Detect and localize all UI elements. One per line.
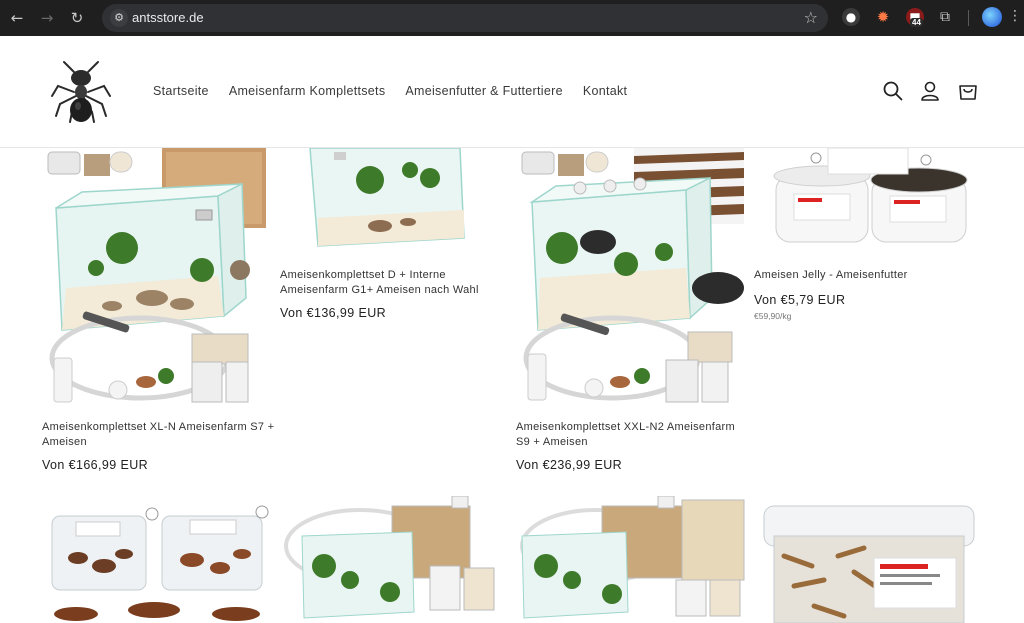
address-bar[interactable]: ⚙ antsstore.de ☆ (102, 4, 828, 32)
store-logo[interactable] (44, 56, 118, 128)
product-image-d[interactable] (280, 148, 510, 260)
extension-2-icon[interactable]: ✹ (874, 8, 892, 26)
browser-menu-icon[interactable]: ⋮ (1008, 8, 1022, 24)
extensions-puzzle-icon[interactable]: ⧉ (936, 8, 954, 26)
extension-badge: 44 (910, 18, 923, 27)
product-price: Von €136,99 EUR (280, 306, 387, 320)
product-title[interactable]: Ameisenkomplettset XXL-N2 Ameisenfarm S9… (516, 420, 751, 450)
bookmark-star-icon[interactable]: ☆ (804, 8, 818, 27)
account-icon[interactable] (919, 80, 941, 102)
product-card-xl-n[interactable]: Ameisenkomplettset XL-N Ameisenfarm S7 +… (42, 420, 277, 472)
product-card-jelly[interactable]: Ameisen Jelly - Ameisenfutter Von €5,79 … (754, 268, 989, 321)
reload-icon[interactable]: ↻ (66, 7, 88, 29)
product-image-futtertiere[interactable] (42, 496, 272, 623)
extension-1-icon[interactable]: ● (842, 8, 860, 26)
product-price: Von €166,99 EUR (42, 458, 149, 472)
product-image-mehlwuermer[interactable] (754, 496, 984, 623)
product-image-jelly[interactable] (754, 148, 984, 260)
product-card-xxl-n2[interactable]: Ameisenkomplettset XXL-N2 Ameisenfarm S9… (516, 420, 751, 472)
nav-startseite[interactable]: Startseite (153, 84, 209, 98)
search-icon[interactable] (882, 80, 904, 102)
toolbar-divider (968, 10, 969, 26)
profile-avatar[interactable] (982, 7, 1002, 27)
product-title[interactable]: Ameisen Jelly - Ameisenfutter (754, 268, 989, 283)
product-image-set-row2-b[interactable] (516, 496, 748, 623)
product-image-set-row2-a[interactable] (280, 496, 510, 623)
product-image-xl-n[interactable] (42, 148, 272, 410)
store-header: Startseite Ameisenfarm Komplettsets Amei… (0, 36, 1024, 148)
cart-icon[interactable] (957, 80, 979, 102)
unit-price: €59,90/kg (754, 311, 792, 321)
browser-toolbar: ← → ↻ ⚙ antsstore.de ☆ ● ✹ ■ 44 ⧉ ⋮ (0, 0, 1024, 36)
nav-futter[interactable]: Ameisenfutter & Futtertiere (405, 84, 562, 98)
product-card-d[interactable]: Ameisenkomplettset D + Interne Ameisenfa… (280, 268, 510, 320)
back-icon[interactable]: ← (6, 7, 28, 29)
product-title[interactable]: Ameisenkomplettset D + Interne Ameisenfa… (280, 268, 510, 298)
url-text: antsstore.de (132, 10, 204, 25)
site-info-icon[interactable]: ⚙ (110, 9, 128, 27)
product-title[interactable]: Ameisenkomplettset XL-N Ameisenfarm S7 +… (42, 420, 277, 450)
nav-komplettsets[interactable]: Ameisenfarm Komplettsets (229, 84, 386, 98)
product-image-xxl-n2[interactable] (516, 148, 748, 410)
product-price: Von €236,99 EUR (516, 458, 623, 472)
product-price: Von €5,79 EUR (754, 293, 846, 307)
nav-kontakt[interactable]: Kontakt (583, 84, 628, 98)
main-navigation: Startseite Ameisenfarm Komplettsets Amei… (153, 84, 627, 98)
forward-icon[interactable]: → (36, 7, 58, 29)
